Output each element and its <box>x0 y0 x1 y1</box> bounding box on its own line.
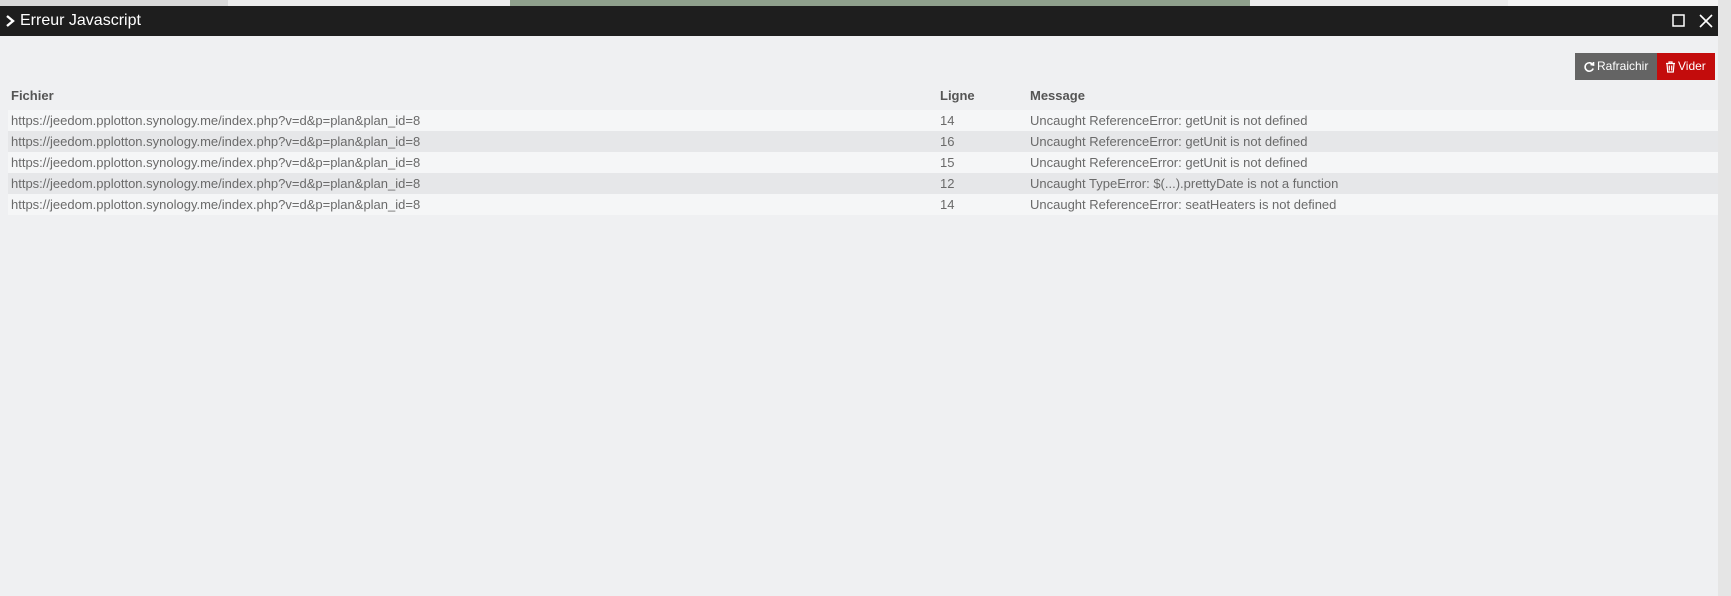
cell-line: 16 <box>940 134 955 149</box>
js-error-dialog: Erreur Javascript Rafraichir Vider Fichi… <box>0 6 1718 596</box>
table-row[interactable]: https://jeedom.pplotton.synology.me/inde… <box>8 131 1718 152</box>
cell-message: Uncaught TypeError: $(...).prettyDate is… <box>1030 176 1339 191</box>
trash-icon <box>1666 61 1675 73</box>
maximize-icon[interactable] <box>1670 12 1688 30</box>
cell-file: https://jeedom.pplotton.synology.me/inde… <box>11 134 421 149</box>
cell-file: https://jeedom.pplotton.synology.me/inde… <box>11 197 421 212</box>
column-header-message[interactable]: Message <box>1030 88 1085 103</box>
cell-line: 14 <box>940 197 955 212</box>
cell-line: 15 <box>940 155 955 170</box>
clear-button[interactable]: Vider <box>1657 53 1715 80</box>
close-icon[interactable] <box>1697 12 1715 30</box>
cell-file: https://jeedom.pplotton.synology.me/inde… <box>11 113 421 128</box>
cell-file: https://jeedom.pplotton.synology.me/inde… <box>11 176 421 191</box>
column-header-line[interactable]: Ligne <box>940 88 975 103</box>
table-row[interactable]: https://jeedom.pplotton.synology.me/inde… <box>8 152 1718 173</box>
cell-line: 14 <box>940 113 955 128</box>
cell-file: https://jeedom.pplotton.synology.me/inde… <box>11 155 421 170</box>
table-row[interactable]: https://jeedom.pplotton.synology.me/inde… <box>8 173 1718 194</box>
clear-button-label: Vider <box>1678 59 1706 73</box>
cell-line: 12 <box>940 176 955 191</box>
table-row[interactable]: https://jeedom.pplotton.synology.me/inde… <box>8 194 1718 215</box>
dialog-title: Erreur Javascript <box>20 12 141 29</box>
cell-message: Uncaught ReferenceError: getUnit is not … <box>1030 113 1308 128</box>
scrollbar[interactable] <box>1718 0 1731 596</box>
table-row[interactable]: https://jeedom.pplotton.synology.me/inde… <box>8 110 1718 131</box>
refresh-button-label: Rafraichir <box>1597 59 1649 73</box>
cell-message: Uncaught ReferenceError: getUnit is not … <box>1030 134 1308 149</box>
refresh-button[interactable]: Rafraichir <box>1575 53 1657 80</box>
refresh-icon <box>1584 61 1595 72</box>
column-header-file[interactable]: Fichier <box>11 88 54 103</box>
dialog-titlebar[interactable]: Erreur Javascript <box>0 6 1718 36</box>
cell-message: Uncaught ReferenceError: seatHeaters is … <box>1030 197 1337 212</box>
cell-message: Uncaught ReferenceError: getUnit is not … <box>1030 155 1308 170</box>
chevron-right-icon[interactable] <box>3 14 17 28</box>
